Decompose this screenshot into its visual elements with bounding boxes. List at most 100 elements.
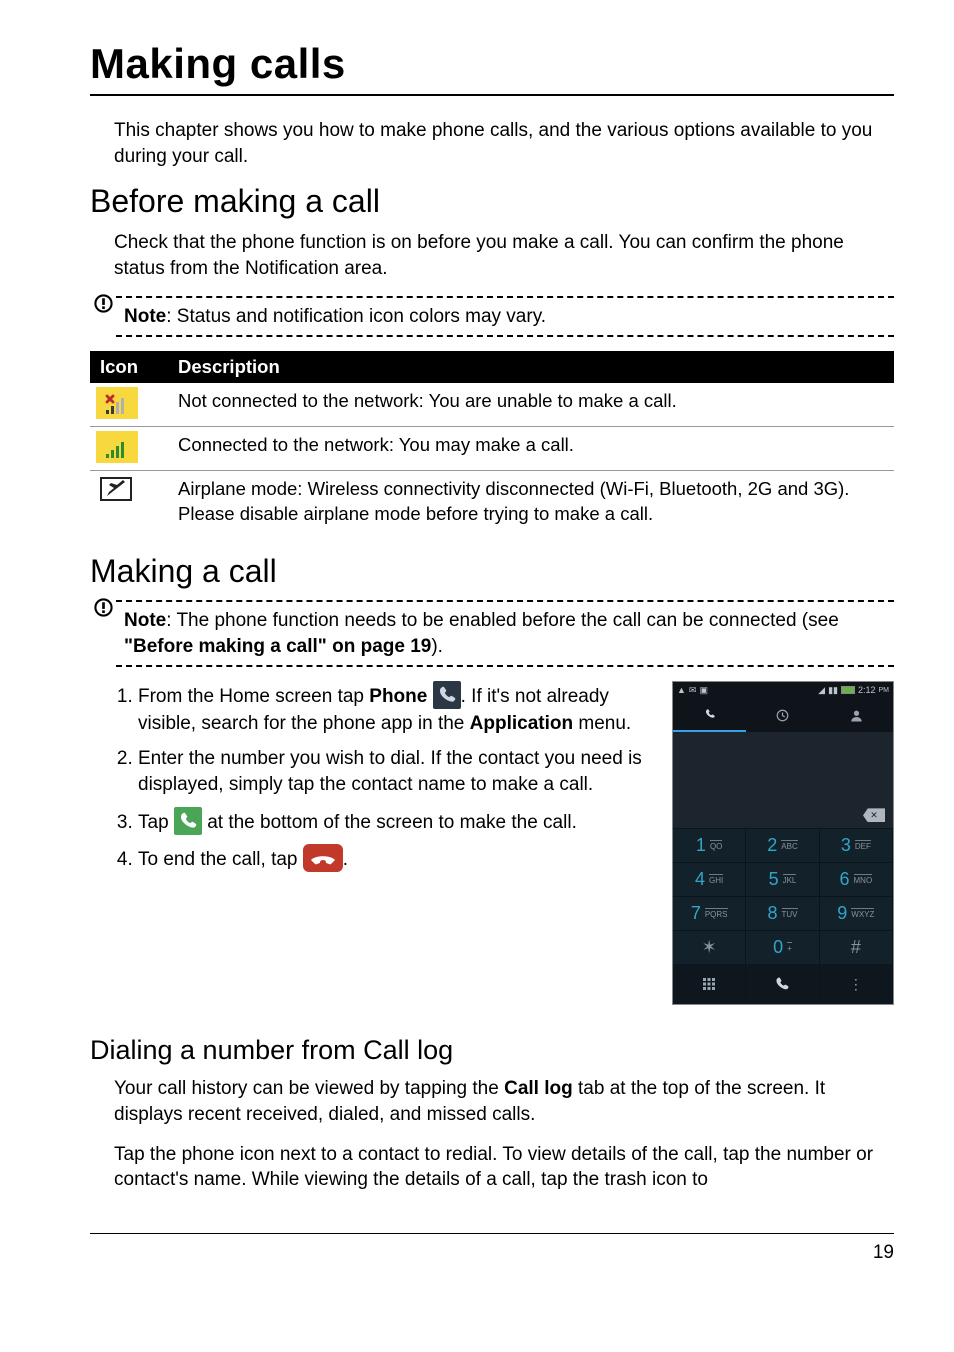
text: To end the call, tap: [138, 849, 303, 870]
text: .: [343, 849, 348, 870]
dialing-paragraph-1: Your call history can be viewed by tappi…: [90, 1076, 894, 1127]
note-link: "Before making a call" on page 19: [124, 636, 431, 657]
warning-status-icon: ▲: [677, 685, 686, 696]
note-body: : Status and notification icon colors ma…: [166, 306, 546, 327]
call-log-tab[interactable]: [746, 698, 819, 732]
dialpad-grid-button[interactable]: [673, 964, 746, 1004]
end-call-icon: [303, 844, 343, 872]
table-row: Not connected to the network: You are un…: [90, 383, 894, 426]
clock-time: 2:12: [858, 685, 876, 695]
image-status-icon: ▣: [699, 685, 708, 696]
text: at the bottom of the screen to make the …: [202, 812, 577, 833]
key-letters: ABC: [781, 840, 797, 851]
warning-icon: [94, 598, 113, 617]
page-title: Making calls: [90, 40, 894, 88]
clock-pm: PM: [879, 687, 890, 694]
key-letters: WXYZ: [851, 908, 874, 919]
dialpad-key-8[interactable]: 8 TUV: [746, 896, 819, 930]
table-cell-description: Connected to the network: You may make a…: [168, 427, 894, 471]
warning-icon: [94, 294, 113, 313]
key-letters: QO: [710, 840, 722, 851]
note-block-2: Note: The phone function needs to be ena…: [94, 600, 894, 667]
text: menu.: [573, 713, 631, 734]
phone-app-icon: [433, 681, 461, 709]
section-making-a-call: Making a call: [90, 553, 894, 590]
dash-rule: [116, 665, 894, 667]
note-body-part2: ).: [431, 636, 443, 657]
dialpad-key-4[interactable]: 4 GHI: [673, 862, 746, 896]
steps-list: From the Home screen tap Phone . If it's…: [114, 681, 654, 882]
key-letters: DEF: [855, 840, 871, 851]
note-body-part1: : The phone function needs to be enabled…: [166, 610, 839, 631]
text: Your call history can be viewed by tappi…: [114, 1078, 504, 1099]
call-action-button[interactable]: [746, 964, 819, 1004]
dialpad-key-7[interactable]: 7 PQRS: [673, 896, 746, 930]
dialpad-key-5[interactable]: 5JKL: [746, 862, 819, 896]
airplane-mode-icon: [96, 475, 138, 507]
footer-rule: [90, 1233, 894, 1234]
table-header-description: Description: [168, 351, 894, 383]
step-2: Enter the number you wish to dial. If th…: [138, 746, 654, 799]
dialpad-key-3[interactable]: 3 DEF: [820, 828, 893, 862]
section-dialing-from-call-log: Dialing a number from Call log: [90, 1035, 894, 1066]
phone-screenshot: ▲ ✉ ▣ ◢ ▮▮ 2:12 PM ✕ 1 QO 2 ABC 3 DEF 4 GHI 5JKL…: [672, 681, 894, 1005]
number-display: ✕: [673, 732, 893, 828]
key-number: #: [851, 937, 861, 958]
text-bold: Application: [470, 713, 573, 734]
before-paragraph: Check that the phone function is on befo…: [90, 230, 894, 281]
dialpad-key-9[interactable]: 9 WXYZ: [820, 896, 893, 930]
call-button-icon: [174, 807, 202, 835]
wifi-status-icon: ◢: [818, 685, 825, 696]
table-row: Connected to the network: You may make a…: [90, 427, 894, 471]
dialpad-key-6[interactable]: 6MNO: [820, 862, 893, 896]
title-rule: [90, 94, 894, 96]
backspace-button[interactable]: ✕: [863, 808, 885, 822]
dash-rule: [116, 335, 894, 337]
phone-tabs: [673, 698, 893, 732]
section-before-making-a-call: Before making a call: [90, 183, 894, 220]
text: From the Home screen tap: [138, 686, 369, 707]
key-number: 8: [767, 903, 777, 924]
dialpad-key-✶[interactable]: ✶: [673, 930, 746, 964]
key-letters: +: [787, 942, 792, 953]
step-3: Tap at the bottom of the screen to make …: [138, 807, 654, 837]
dialpad-key-2[interactable]: 2 ABC: [746, 828, 819, 862]
key-number: 7: [691, 903, 701, 924]
key-number: 0: [773, 937, 783, 958]
note-block-1: Note: Status and notification icon color…: [94, 296, 894, 338]
overflow-menu-button[interactable]: ⋮: [820, 964, 893, 1004]
note-label: Note: [124, 610, 166, 631]
key-number: 1: [696, 835, 706, 856]
key-number: 4: [695, 869, 705, 890]
contacts-tab[interactable]: [820, 698, 893, 732]
dialer-tab[interactable]: [673, 698, 746, 732]
key-letters: GHI: [709, 874, 723, 885]
key-number: 9: [837, 903, 847, 924]
page-number: 19: [90, 1242, 894, 1264]
key-letters: TUV: [782, 908, 798, 919]
dialpad-key-1[interactable]: 1 QO: [673, 828, 746, 862]
network-icon: [96, 431, 138, 463]
table-header-icon: Icon: [90, 351, 168, 383]
key-number: 3: [841, 835, 851, 856]
signal-status-icon: ▮▮: [828, 685, 838, 696]
key-number: 2: [767, 835, 777, 856]
mail-status-icon: ✉: [689, 685, 697, 696]
table-row: Airplane mode: Wireless connectivity dis…: [90, 471, 894, 539]
text-bold: Call log: [504, 1078, 573, 1099]
dialpad: 1QO2ABC3DEF4GHI5JKL6MNO7PQRS8TUV9WXYZ✶0+…: [673, 828, 893, 964]
note-text: Note: Status and notification icon color…: [94, 298, 894, 336]
dialpad-key-0[interactable]: 0+: [746, 930, 819, 964]
text: Tap: [138, 812, 174, 833]
note-text: Note: The phone function needs to be ena…: [94, 602, 894, 665]
step-1: From the Home screen tap Phone . If it's…: [138, 681, 654, 737]
status-bar: ▲ ✉ ▣ ◢ ▮▮ 2:12 PM: [673, 682, 893, 698]
no-network-icon: [96, 387, 138, 419]
text-bold: Phone: [369, 686, 427, 707]
note-label: Note: [124, 306, 166, 327]
dialing-paragraph-2: Tap the phone icon next to a contact to …: [90, 1142, 894, 1193]
key-number: ✶: [702, 937, 717, 958]
dialpad-key-#[interactable]: #: [820, 930, 893, 964]
icon-description-table: Icon Description Not connected to the ne…: [90, 351, 894, 539]
key-letters: PQRS: [705, 908, 728, 919]
